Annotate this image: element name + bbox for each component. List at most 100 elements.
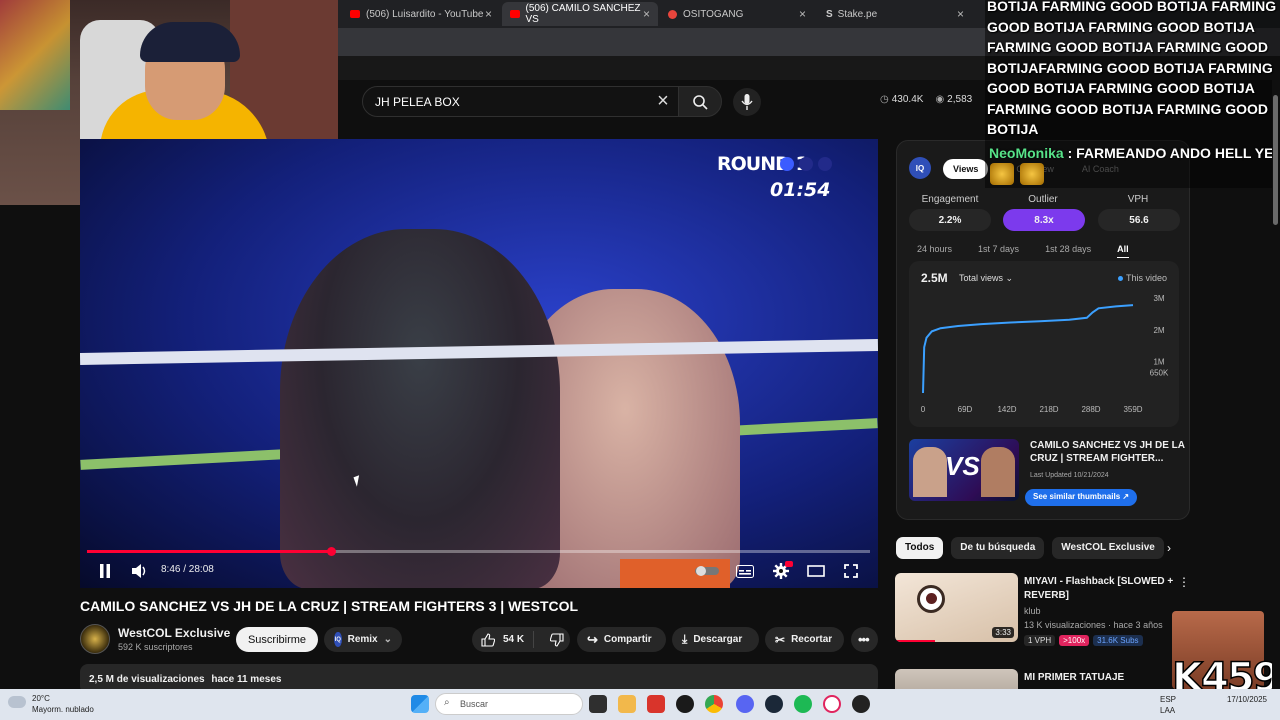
recommendation-thumbnail[interactable]: [895, 669, 1018, 689]
obs-icon[interactable]: [852, 695, 870, 713]
windows-start-icon[interactable]: [411, 695, 429, 713]
tab-stake[interactable]: S Stake.pe ×: [818, 2, 972, 26]
search-button[interactable]: [678, 86, 722, 117]
clear-search-icon[interactable]: ×: [652, 90, 674, 112]
chat-spam-message: BOTIJA FARMING GOOD BOTIJA FARMING GOOD …: [987, 0, 1277, 137]
iq-icon: IQ: [334, 632, 342, 647]
round-clock: 01:54: [770, 179, 831, 201]
outlier-label: Outlier: [1028, 194, 1058, 205]
volume-button[interactable]: [130, 561, 150, 581]
recommendation-title[interactable]: MI PRIMER TATUAJE: [1024, 671, 1174, 685]
discord-icon[interactable]: [736, 695, 754, 713]
pause-icon: [100, 564, 110, 578]
tab-luisardito[interactable]: (506) Luisardito - YouTube ×: [342, 2, 500, 26]
close-icon[interactable]: ×: [799, 7, 806, 21]
pause-button[interactable]: [95, 561, 115, 581]
chip-de-tu-busqueda[interactable]: De tu búsqueda: [951, 537, 1045, 559]
lang-layout: LAA: [1160, 706, 1176, 715]
progress-fill: [87, 550, 332, 553]
recommendation-item[interactable]: 3:33 MIYAVI - Flashback [SLOWED + REVERB…: [895, 573, 1195, 663]
scrollbar-thumb[interactable]: [1273, 95, 1278, 225]
search-input[interactable]: JH PELEA BOX: [362, 86, 684, 117]
system-clock[interactable]: 17/10/2025: [1225, 694, 1267, 705]
like-button[interactable]: 54 K: [472, 631, 534, 648]
subscribe-button[interactable]: Suscribirme: [236, 627, 318, 652]
app-icon[interactable]: [647, 695, 665, 713]
autoplay-toggle[interactable]: [694, 564, 720, 578]
tab-views[interactable]: Views: [943, 159, 989, 179]
see-similar-thumbnails-button[interactable]: See similar thumbnails ↗: [1025, 489, 1138, 506]
theater-icon: [807, 565, 825, 577]
remix-button[interactable]: IQ Remix ⌄: [324, 627, 402, 652]
language-indicator[interactable]: ESP LAA: [1160, 694, 1176, 716]
close-icon[interactable]: ×: [643, 7, 650, 21]
similar-video-title[interactable]: CAMILO SANCHEZ VS JH DE LA CRUZ | STREAM…: [1030, 439, 1185, 465]
tab-ositogang[interactable]: OSITOGANG ×: [660, 2, 814, 26]
voice-search-button[interactable]: [733, 88, 761, 116]
hd-badge-icon: [785, 561, 793, 567]
filter-chips: Todos De tu búsqueda WestCOL Exclusive: [896, 537, 1164, 559]
share-button[interactable]: ↪ Compartir: [577, 627, 666, 652]
x-tick-label: 218D: [1039, 405, 1058, 414]
emote-icon: [990, 163, 1014, 185]
chip-westcol-exclusive[interactable]: WestCOL Exclusive: [1052, 537, 1164, 559]
ositogang-icon: [668, 9, 677, 19]
chip-todos[interactable]: Todos: [896, 537, 944, 559]
fullscreen-button[interactable]: [841, 561, 861, 581]
more-vert-icon[interactable]: ⋮: [1178, 575, 1190, 589]
recommendation-thumbnail[interactable]: 3:33: [895, 573, 1018, 642]
steam-icon[interactable]: [765, 695, 783, 713]
views-chart: 2.5M Total views ⌄ This video 0 69D 142D 21…: [909, 261, 1179, 427]
close-icon[interactable]: ×: [485, 7, 492, 21]
outlier-value: 8.3x: [1003, 209, 1085, 231]
weather-desc: Mayorm. nublado: [32, 705, 94, 714]
opera-icon[interactable]: [823, 695, 841, 713]
similar-video-thumbnail[interactable]: VS: [909, 439, 1019, 501]
settings-button[interactable]: [770, 561, 793, 581]
chrome-icon[interactable]: [705, 695, 723, 713]
weather-temp: 20°C: [32, 694, 50, 703]
dislike-button[interactable]: [540, 632, 564, 647]
range-24h[interactable]: 24 hours: [917, 244, 952, 258]
more-actions-button[interactable]: •••: [851, 627, 878, 652]
channel-name[interactable]: WestCOL Exclusive: [118, 626, 230, 640]
x-tick-label: 0: [921, 405, 926, 414]
y-tick-label: 650K: [1150, 368, 1169, 377]
tab-camilo-sanchez[interactable]: (506) CAMILO SANCHEZ VS ×: [502, 2, 658, 26]
video-player[interactable]: ROUND 1 01:54: [80, 139, 878, 588]
weather-widget[interactable]: 20°C Mayorm. nublado: [32, 693, 94, 715]
vidiq-panel: IQ Views Overview AI Coach Engagement Ou…: [896, 140, 1190, 520]
task-view-icon[interactable]: [589, 695, 607, 713]
like-dislike-group: 54 K: [472, 627, 570, 652]
video-title: CAMILO SANCHEZ VS JH DE LA CRUZ | STREAM…: [80, 598, 579, 614]
close-icon[interactable]: ×: [957, 7, 964, 21]
theater-mode-button[interactable]: [805, 561, 827, 581]
download-button[interactable]: ⤓ Descargar: [672, 627, 759, 652]
spotify-icon[interactable]: [794, 695, 812, 713]
channel-subscribers: 592 K suscriptores: [118, 642, 193, 652]
recommendation-channel[interactable]: klub: [1024, 606, 1041, 616]
thumbs-up-icon: [481, 632, 495, 647]
range-all[interactable]: All: [1117, 244, 1129, 258]
clip-button[interactable]: ✂ Recortar: [765, 627, 844, 652]
y-tick-label: 1M: [1153, 357, 1164, 366]
xbox-icon[interactable]: [676, 695, 694, 713]
taskbar-search[interactable]: ⌕ Buscar: [435, 693, 583, 715]
x-tick-label: 142D: [997, 405, 1016, 414]
recommendation-title[interactable]: MIYAVI - Flashback [SLOWED + REVERB]: [1024, 575, 1174, 603]
recommendation-item[interactable]: MI PRIMER TATUAJE: [895, 669, 1195, 689]
x-tick-label: 69D: [958, 405, 973, 414]
stream-chat-overlay: BOTIJA FARMING GOOD BOTIJA FARMING GOOD …: [985, 0, 1280, 188]
channel-avatar[interactable]: [80, 624, 110, 654]
subtitles-button[interactable]: [735, 561, 755, 581]
tab-label: (506) CAMILO SANCHEZ VS: [525, 3, 641, 25]
vidiq-logo: IQ: [909, 157, 931, 179]
chevron-right-icon[interactable]: ›: [1167, 541, 1171, 555]
thumbs-down-icon: [550, 632, 564, 647]
chevron-down-icon: ⌄: [383, 634, 392, 645]
range-7d[interactable]: 1st 7 days: [978, 244, 1019, 258]
chat-message-text: : FARMEANDO ANDO HELL YEAH: [1063, 145, 1280, 161]
cloud-icon: [8, 696, 26, 708]
file-explorer-icon[interactable]: [618, 695, 636, 713]
range-28d[interactable]: 1st 28 days: [1045, 244, 1091, 258]
